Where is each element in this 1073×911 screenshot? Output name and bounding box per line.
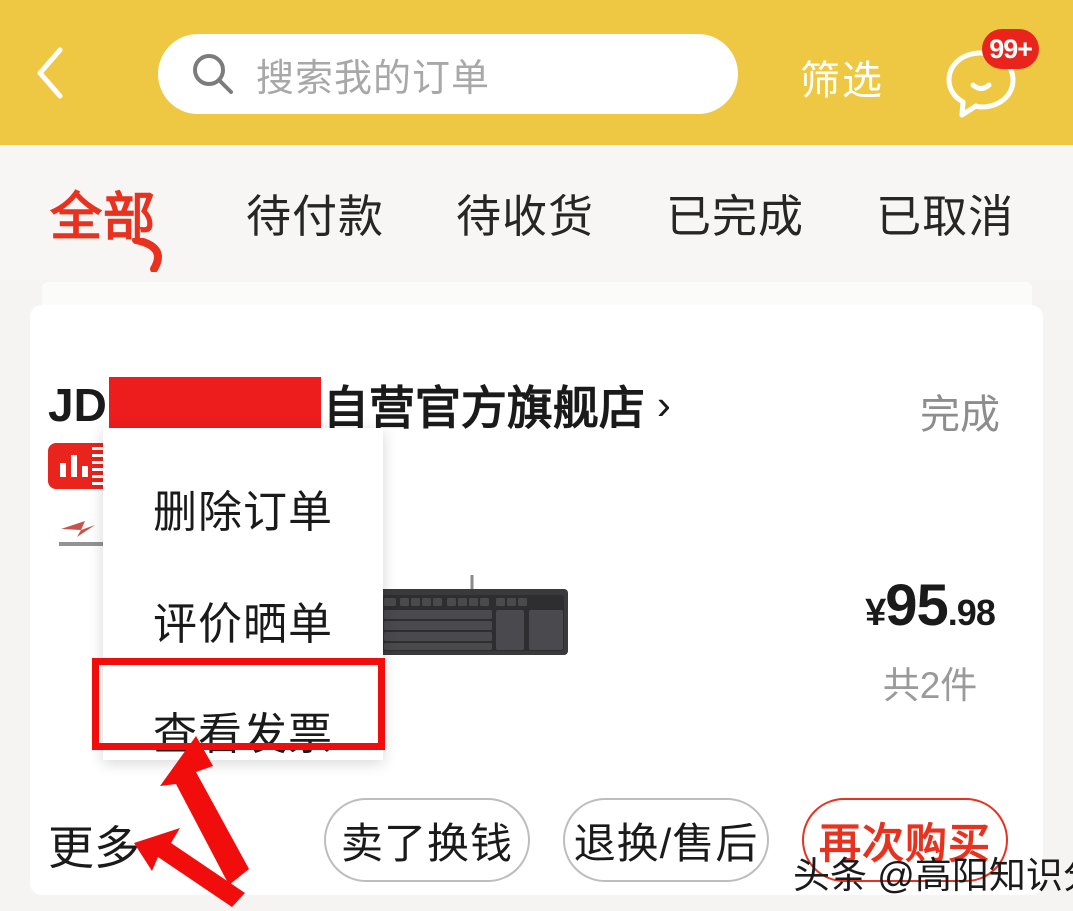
- tab-unpaid[interactable]: 待付款: [246, 180, 384, 245]
- tab-label: 已完成: [666, 191, 805, 242]
- currency-symbol: ¥: [865, 592, 886, 634]
- tab-cancelled[interactable]: 已取消: [876, 180, 1014, 245]
- sell-for-cash-button[interactable]: 卖了换钱: [324, 798, 530, 882]
- active-tab-swoosh-icon: [132, 238, 162, 272]
- watermark-text: 头条 @高阳知识分享: [793, 855, 1073, 896]
- price-decimal: .98: [947, 592, 996, 633]
- tab-label: 已取消: [876, 191, 1015, 242]
- more-actions-popup: 删除订单 评价晒单 查看发票: [103, 428, 383, 760]
- more-button[interactable]: 更多: [48, 812, 140, 878]
- order-status-tabs: 全部 待付款 待收货 已完成 已取消: [0, 145, 1073, 280]
- filter-button[interactable]: 筛选: [800, 48, 884, 106]
- chevron-right-icon: ›: [656, 381, 671, 428]
- jd-self-operated-icon: [48, 443, 110, 489]
- back-button[interactable]: [0, 0, 100, 145]
- customer-service-button[interactable]: 99+: [940, 29, 1039, 120]
- redaction-bar: [108, 377, 321, 433]
- order-price-block: ¥95.98 共2件: [830, 572, 1030, 709]
- return-exchange-button[interactable]: 退换/售后: [563, 798, 769, 882]
- unread-badge: 99+: [982, 29, 1039, 69]
- tab-label: 待收货: [456, 191, 595, 242]
- app-header: 搜索我的订单 筛选 99+: [0, 0, 1073, 145]
- order-quantity: 共2件: [882, 665, 978, 706]
- price-integer: 95: [885, 573, 949, 638]
- tab-completed[interactable]: 已完成: [666, 180, 804, 245]
- search-icon: [193, 54, 233, 94]
- menu-item-view-invoice[interactable]: 查看发票: [103, 698, 383, 762]
- menu-item-delete-order[interactable]: 删除订单: [103, 476, 383, 540]
- order-status-text: 完成: [920, 393, 1000, 437]
- order-list-screen: 搜索我的订单 筛选 99+ 全部 待付款 待收货 已完成 已取消 JD 自营官方…: [0, 0, 1073, 911]
- tab-label: 待付款: [246, 191, 385, 242]
- chevron-left-icon: [37, 47, 63, 98]
- search-placeholder: 搜索我的订单: [256, 57, 491, 100]
- menu-item-review-order[interactable]: 评价晒单: [103, 588, 383, 652]
- tab-all[interactable]: 全部: [50, 175, 162, 272]
- order-price: ¥95.98: [830, 572, 1030, 639]
- store-name-prefix: JD: [48, 379, 107, 431]
- keyboard-image: [376, 575, 568, 655]
- tab-pending-receipt[interactable]: 待收货: [456, 180, 594, 245]
- search-input[interactable]: 搜索我的订单: [158, 34, 738, 114]
